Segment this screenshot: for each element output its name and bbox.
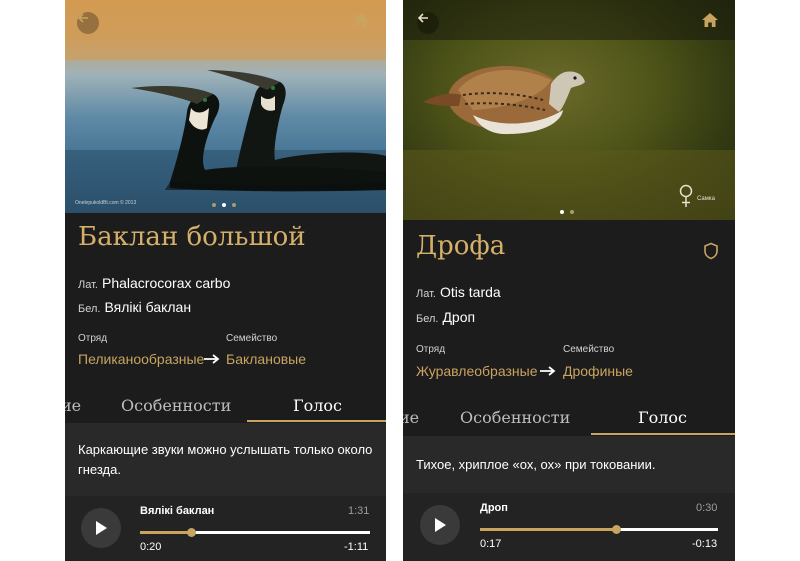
home-icon [353,13,369,27]
latin-name: Otis tarda [439,284,501,300]
family-link[interactable]: Баклановые [226,351,306,367]
species-title: Баклан большой [78,222,306,252]
tab-description[interactable]: ие [65,396,81,415]
play-icon [435,518,446,532]
track-title: Дроп [480,502,508,514]
photo-watermark: OnelepukoldBt.com © 2013 [75,200,137,206]
gallery-dot-active[interactable] [560,210,564,214]
tab-voice[interactable]: Голос [638,408,687,427]
latin-name-row: Лат. Otis tarda [416,284,501,300]
family-link[interactable]: Дрофиные [563,363,633,379]
audio-player: Дроп 0:30 0:17 -0:13 [403,493,735,561]
species-photo-gallery[interactable]: Самка [403,0,735,220]
home-button[interactable] [701,12,723,34]
seek-bar-thumb[interactable] [186,528,196,537]
play-button[interactable] [81,508,121,548]
seek-bar-progress [140,531,191,534]
cormorant-photo [65,0,386,213]
latin-name-row: Лат. Phalacrocorax carbo [78,275,230,291]
latin-label: Лат. [416,288,436,300]
tab-description[interactable]: ие [403,408,419,427]
arrow-right-icon [204,354,220,364]
gallery-dots [212,203,236,207]
gallery-dot[interactable] [232,203,236,207]
species-screen-cormorant: OnelepukoldBt.com © 2013 Баклан большой … [65,0,386,561]
back-button[interactable] [77,12,99,34]
family-label: Семейство [226,333,278,344]
tab-features[interactable]: Особенности [460,408,570,427]
arrow-right-icon [540,366,556,376]
family-label: Семейство [563,344,615,355]
belarusian-label: Бел. [416,313,439,325]
belarusian-name-row: Бел. Дроп [416,309,475,325]
voice-description-line: Каркающие звуки можно услышать только ок… [78,442,373,457]
play-icon [96,521,107,535]
back-arrow-icon [77,13,88,23]
voice-description-line: гнезда. [78,462,121,477]
gallery-dot[interactable] [570,210,574,214]
gallery-dot-active[interactable] [222,203,226,207]
track-title: Вялікі баклан [140,505,215,517]
order-link[interactable]: Журавлеобразные [416,363,537,379]
gallery-dots [560,210,574,214]
sex-label: Самка [697,196,715,202]
track-duration: 0:30 [696,502,718,514]
female-symbol-icon [679,184,693,207]
remaining-time: -1:11 [344,541,369,553]
latin-name: Phalacrocorax carbo [101,275,231,291]
play-button[interactable] [420,505,460,545]
back-button[interactable] [417,12,439,34]
track-duration: 1:31 [348,505,370,517]
gallery-dot[interactable] [212,203,216,207]
elapsed-time: 0:17 [480,538,502,550]
latin-label: Лат. [78,279,98,291]
order-label: Отряд [78,333,108,344]
seek-bar-progress [480,528,616,531]
belarusian-label: Бел. [78,303,101,315]
tab-features[interactable]: Особенности [121,396,231,415]
species-screen-bustard: Самка Дрофа Лат. Otis tarda Бел. Дроп Отря… [403,0,735,561]
seek-bar[interactable] [140,528,370,537]
species-photo-gallery[interactable]: OnelepukoldBt.com © 2013 [65,0,386,213]
belarusian-name-row: Бел. Вялікі баклан [78,299,191,315]
home-icon [702,13,718,27]
species-title: Дрофа [416,231,506,261]
order-link[interactable]: Пеликанообразные [78,351,204,367]
belarusian-name: Дроп [442,309,476,325]
active-tab-indicator [591,433,735,435]
remaining-time: -0:13 [692,538,718,550]
elapsed-time: 0:20 [140,541,162,553]
active-tab-indicator [247,420,386,422]
shield-icon[interactable] [703,242,719,260]
voice-description-line: Тихое, хриплое «ох, ох» при токовании. [416,457,656,472]
back-arrow-icon [417,13,428,23]
seek-bar[interactable] [480,525,718,534]
audio-player: Вялікі баклан 1:31 0:20 -1:11 [65,496,386,561]
belarusian-name: Вялікі баклан [104,299,192,315]
order-label: Отряд [416,344,446,355]
home-button[interactable] [352,12,374,34]
tab-voice[interactable]: Голос [293,396,342,415]
seek-bar-thumb[interactable] [611,525,621,534]
